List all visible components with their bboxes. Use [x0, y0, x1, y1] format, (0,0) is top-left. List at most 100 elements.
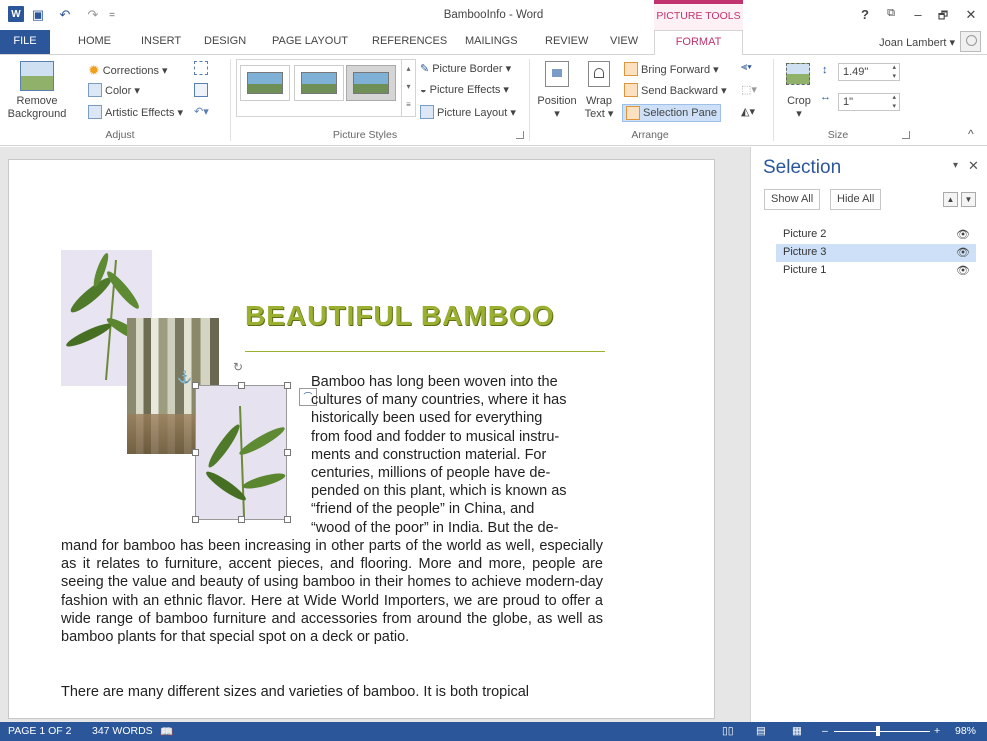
color-label: Color ▾ — [105, 84, 140, 97]
tab-view[interactable]: VIEW — [610, 35, 638, 47]
tab-file[interactable]: FILE — [0, 30, 50, 54]
bring-forward-button[interactable]: Bring Forward ▾ — [624, 62, 719, 76]
picture-3-bamboo-sprig[interactable] — [195, 385, 287, 520]
separator — [230, 59, 231, 141]
tab-format[interactable]: FORMAT — [654, 30, 743, 55]
paragraph-2[interactable]: There are many different sizes and varie… — [61, 683, 603, 701]
selection-item-picture-1[interactable]: Picture 1 👁 — [776, 262, 976, 280]
minimize-icon[interactable]: – — [909, 7, 927, 23]
tab-page-layout[interactable]: PAGE LAYOUT — [272, 35, 348, 47]
zoom-slider[interactable] — [834, 731, 930, 732]
status-bar: PAGE 1 OF 2 347 WORDS 📖 ▯▯ ▤ ▦ – + 98% — [0, 722, 987, 741]
arrange-group-label: Arrange — [631, 129, 669, 141]
compress-pictures-icon[interactable] — [194, 61, 208, 75]
reset-picture-icon[interactable]: ↶▾ — [194, 105, 216, 119]
paragraph-1-wrapped[interactable]: Bamboo has long been woven into the cult… — [311, 373, 603, 537]
change-picture-icon[interactable] — [194, 83, 208, 97]
send-backward-button[interactable]: Send Backward ▾ — [624, 83, 727, 97]
visibility-eye-icon[interactable]: 👁 — [956, 246, 970, 259]
separator — [529, 59, 530, 141]
tab-home[interactable]: HOME — [78, 35, 111, 47]
item-label: Picture 3 — [783, 246, 827, 258]
selection-pane-icon — [626, 106, 640, 120]
user-account[interactable]: Joan Lambert ▾ — [879, 36, 955, 49]
crop-button[interactable]: Crop ▾ — [782, 95, 816, 121]
show-all-button[interactable]: Show All — [764, 189, 821, 210]
position-button[interactable]: Position ▾ — [533, 95, 581, 121]
read-mode-icon[interactable]: ▯▯ — [722, 725, 734, 737]
picture-effects-button[interactable]: ◒ Picture Effects ▾ — [420, 83, 509, 97]
picture-style-white-frame[interactable] — [294, 65, 344, 101]
align-icon[interactable]: ⫷▾ — [741, 61, 752, 74]
ribbon-display-options-icon[interactable]: ⧉ — [882, 7, 900, 23]
picture-style-shadow-frame[interactable] — [346, 65, 396, 101]
print-layout-icon[interactable]: ▤ — [756, 725, 766, 737]
document-page[interactable]: ↻ ⌒ ⚓ BEAUTIFUL BAMBOO Bamboo has long b… — [8, 159, 715, 719]
resize-handle[interactable] — [284, 449, 291, 456]
zoom-slider-thumb[interactable] — [876, 726, 880, 736]
collapse-ribbon-icon[interactable]: ^ — [968, 127, 974, 141]
resize-handle[interactable] — [238, 382, 245, 389]
remove-background-button[interactable]: Remove Background — [0, 95, 74, 121]
rotate-handle-icon[interactable]: ↻ — [233, 360, 243, 374]
picture-style-simple-frame[interactable] — [240, 65, 290, 101]
selection-pane-button[interactable]: Selection Pane — [622, 104, 721, 122]
ribbon: Remove Background ✹ Corrections ▾ Color ▾… — [0, 54, 987, 146]
proofing-icon[interactable]: 📖 — [160, 725, 173, 738]
picture-styles-launcher-icon[interactable] — [516, 131, 524, 139]
restore-icon[interactable]: 🗗 — [934, 7, 952, 23]
crop-icon[interactable] — [786, 63, 810, 85]
selection-item-picture-3[interactable]: Picture 3 👁 — [776, 244, 976, 262]
size-launcher-icon[interactable] — [902, 131, 910, 139]
close-icon[interactable]: ✕ — [962, 7, 980, 23]
hide-all-button[interactable]: Hide All — [830, 189, 882, 210]
picture-layout-button[interactable]: Picture Layout ▾ — [420, 105, 516, 119]
zoom-out-icon[interactable]: – — [822, 725, 828, 737]
color-button[interactable]: Color ▾ — [88, 83, 140, 97]
visibility-eye-icon[interactable]: 👁 — [956, 228, 970, 241]
visibility-eye-icon[interactable]: 👁 — [956, 264, 970, 277]
picture-tools-header: PICTURE TOOLS — [654, 0, 743, 30]
group-icon[interactable]: ⬚▾ — [741, 83, 757, 96]
remove-background-icon[interactable] — [20, 61, 54, 91]
shape-width-input[interactable]: 1" — [838, 93, 900, 111]
send-backward-arrow-icon[interactable]: ▼ — [961, 192, 976, 207]
resize-handle[interactable] — [284, 516, 291, 523]
tab-mailings[interactable]: MAILINGS — [465, 35, 518, 47]
resize-handle[interactable] — [192, 516, 199, 523]
corrections-button[interactable]: ✹ Corrections ▾ — [88, 62, 168, 79]
help-icon[interactable]: ? — [856, 7, 874, 23]
selection-item-picture-2[interactable]: Picture 2 👁 — [776, 226, 976, 244]
word-count[interactable]: 347 WORDS — [92, 725, 153, 737]
rotate-icon[interactable]: ◭▾ — [741, 105, 755, 118]
tab-review[interactable]: REVIEW — [545, 35, 588, 47]
close-pane-icon[interactable]: ✕ — [968, 158, 979, 174]
pane-options-icon[interactable]: ▾ — [953, 160, 958, 171]
tab-insert[interactable]: INSERT — [141, 35, 181, 47]
para-line: “wood of the poor” in India. But the de- — [311, 519, 559, 536]
zoom-level[interactable]: 98% — [955, 725, 976, 737]
wrap-text-icon[interactable] — [588, 61, 610, 87]
resize-handle[interactable] — [284, 382, 291, 389]
picture-border-button[interactable]: ✎ Picture Border ▾ — [420, 62, 511, 75]
tab-references[interactable]: REFERENCES — [372, 35, 447, 47]
tab-design[interactable]: DESIGN — [204, 35, 246, 47]
picture-layout-label: Picture Layout ▾ — [437, 106, 516, 119]
paragraph-1-continued[interactable]: mand for bamboo has been increasing in o… — [61, 537, 603, 646]
avatar[interactable] — [960, 31, 981, 52]
wrap-text-button[interactable]: Wrap Text ▾ — [582, 95, 616, 121]
document-area[interactable]: ↻ ⌒ ⚓ BEAUTIFUL BAMBOO Bamboo has long b… — [0, 147, 750, 722]
bring-forward-arrow-icon[interactable]: ▲ — [943, 192, 958, 207]
shape-height-input[interactable]: 1.49" — [838, 63, 900, 81]
artistic-effects-button[interactable]: Artistic Effects ▾ — [88, 105, 183, 119]
resize-handle[interactable] — [192, 382, 199, 389]
para-line: from food and fodder to musical instru- — [311, 428, 560, 445]
resize-handle[interactable] — [238, 516, 245, 523]
web-layout-icon[interactable]: ▦ — [792, 725, 802, 737]
position-icon[interactable] — [545, 61, 569, 87]
zoom-in-icon[interactable]: + — [934, 725, 940, 737]
resize-handle[interactable] — [192, 449, 199, 456]
effects-icon: ◒ — [420, 83, 427, 96]
page-indicator[interactable]: PAGE 1 OF 2 — [8, 725, 71, 737]
gallery-scroll-icon[interactable]: ▴ ▾ ≡ — [401, 60, 415, 116]
